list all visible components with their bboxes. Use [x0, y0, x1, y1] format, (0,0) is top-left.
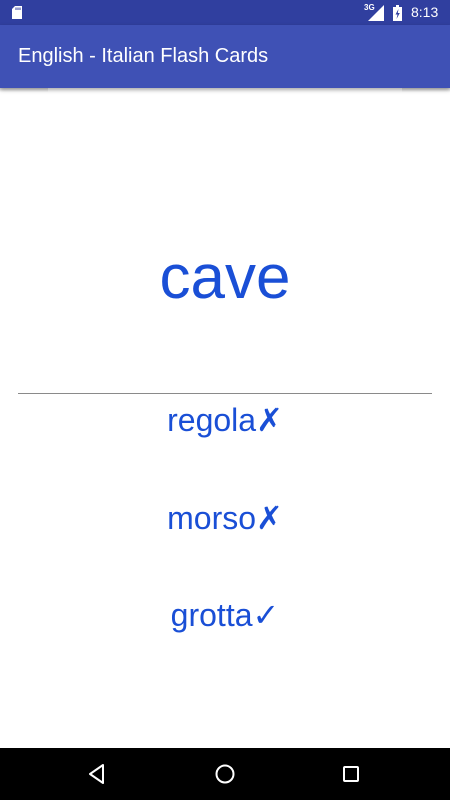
wrong-mark-icon: ✗	[256, 499, 283, 537]
network-type-label: 3G	[364, 3, 375, 12]
flash-card-word[interactable]: cave	[0, 240, 450, 316]
back-icon[interactable]	[84, 760, 112, 788]
answer-option-morso[interactable]: morso✗	[0, 498, 450, 538]
app-title: English - Italian Flash Cards	[18, 45, 269, 67]
battery-charging-icon	[393, 5, 402, 21]
card-edge-shadow-left	[0, 88, 48, 92]
answer-option-grotta[interactable]: grotta✓	[0, 595, 450, 635]
card-edge-shadow-right	[402, 88, 450, 92]
check-mark-icon: ✓	[252, 596, 280, 634]
answer-option-regola[interactable]: regola✗	[0, 400, 450, 440]
answer-option-text: grotta	[170, 597, 253, 633]
recents-icon[interactable]	[337, 760, 365, 788]
sd-card-icon	[12, 6, 22, 19]
answer-option-text: regola	[167, 402, 257, 438]
system-nav-bar	[0, 748, 450, 800]
home-icon[interactable]	[211, 760, 239, 788]
card-divider	[18, 393, 432, 394]
status-clock: 8:13	[411, 4, 439, 20]
status-bar: 3G 8:13	[0, 0, 450, 25]
wrong-mark-icon: ✗	[256, 401, 283, 439]
screen: 3G 8:13 English - Italian Flash Cards ca…	[0, 0, 450, 800]
answer-option-text: morso	[167, 500, 257, 536]
app-bar: English - Italian Flash Cards	[0, 25, 450, 88]
